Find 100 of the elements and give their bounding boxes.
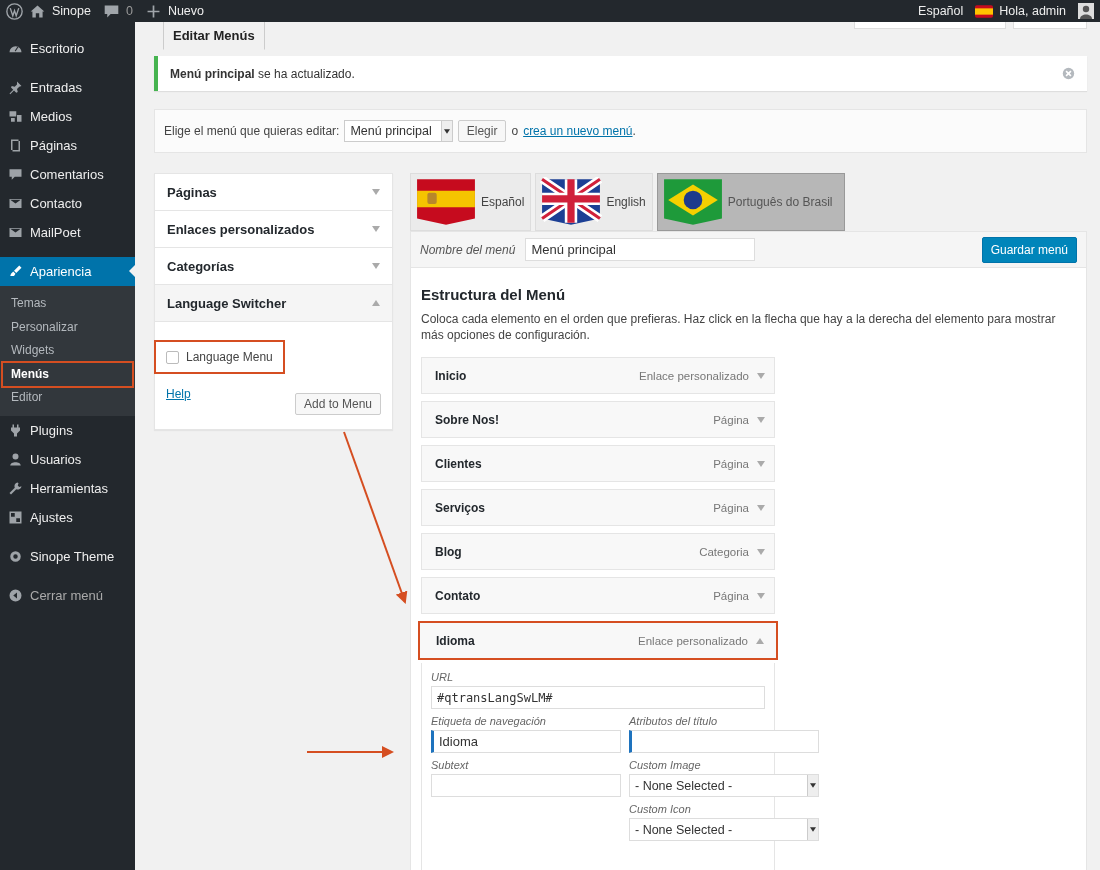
sidebar-item[interactable]: MailPoet — [0, 218, 135, 247]
sidebar-item[interactable]: Entradas — [0, 73, 135, 102]
pages-icon — [8, 138, 23, 153]
submenu-item[interactable]: Widgets — [3, 339, 132, 363]
menu-item-bar[interactable]: Serviços Página — [421, 489, 775, 526]
menu-item-title: Inicio — [435, 368, 467, 383]
menu-item-bar[interactable]: Idioma Enlace personalizado — [418, 621, 778, 660]
sidebar-item[interactable]: Apariencia — [0, 257, 135, 286]
language-tab[interactable]: Español — [410, 173, 532, 231]
create-menu-link[interactable]: crea un nuevo menú — [523, 124, 633, 138]
sidebar-item[interactable]: Medios — [0, 102, 135, 131]
sidebar-item[interactable]: Comentarios — [0, 160, 135, 189]
choose-button[interactable]: Elegir — [457, 120, 507, 142]
menu-item-title: Serviços — [435, 500, 486, 515]
caret-icon — [372, 189, 380, 195]
collapse-icon — [8, 587, 23, 603]
accordion-header[interactable]: Enlaces personalizados — [154, 211, 393, 248]
menu-item-title: Sobre Nos! — [435, 412, 499, 427]
menu-item-bar[interactable]: Inicio Enlace personalizado — [421, 357, 775, 394]
menu-item-bar[interactable]: Sobre Nos! Página — [421, 401, 775, 438]
plug-icon — [8, 422, 23, 438]
page-tab[interactable]: Editar Menús — [163, 22, 265, 50]
caret-icon[interactable] — [757, 548, 765, 555]
media-icon — [8, 109, 23, 124]
submenu-item[interactable]: Personalizar — [3, 315, 132, 339]
caret-icon — [372, 300, 380, 306]
new-link[interactable]: Nuevo — [167, 4, 205, 18]
menu-item-type: Enlace personalizado — [639, 369, 749, 382]
comment-count[interactable]: 0 — [125, 4, 133, 18]
sidebar-item[interactable]: Ajustes — [0, 502, 135, 532]
accordion-header[interactable]: Categorías — [154, 248, 393, 285]
caret-icon[interactable] — [757, 416, 765, 423]
language-link[interactable]: Español — [918, 4, 964, 18]
sidebar-item[interactable]: Contacto — [0, 189, 135, 218]
menu-item-title: Contato — [435, 588, 481, 603]
caret-icon[interactable] — [757, 372, 765, 379]
caret-icon[interactable] — [757, 460, 765, 467]
envelope-icon — [8, 196, 23, 211]
select-label: Elige el menú que quieras editar: — [164, 124, 340, 138]
greeting-link[interactable]: Hola, admin — [999, 4, 1066, 18]
caret-icon — [810, 783, 816, 788]
sidebar-item[interactable]: Plugins — [0, 415, 135, 445]
flag-icon — [415, 177, 477, 227]
menu-item-title: Clientes — [435, 456, 482, 471]
user-icon — [8, 451, 23, 467]
caret-icon[interactable] — [757, 592, 765, 599]
brush-icon — [8, 264, 23, 279]
menu-name-label: Nombre del menú — [420, 242, 516, 257]
or-text: o — [511, 124, 519, 138]
sidebar-item[interactable]: Páginas — [0, 131, 135, 160]
grid-icon — [8, 509, 23, 525]
menu-item-bar[interactable]: Clientes Página — [421, 445, 775, 482]
dropdown[interactable]: - None Selected - — [629, 818, 819, 841]
menu-item-title: Blog — [435, 544, 462, 559]
input-field[interactable] — [629, 730, 819, 753]
menu-item-bar[interactable]: Contato Página — [421, 577, 775, 614]
flag-icon — [540, 177, 603, 227]
menu-name-field[interactable]: Menú principal — [525, 238, 756, 261]
menu-item-bar[interactable]: Blog Categoria — [421, 533, 775, 570]
submenu-item[interactable]: Menús — [3, 362, 132, 386]
menu-item-type: Categoria — [699, 545, 749, 558]
field-label: Custom Icon — [629, 803, 692, 815]
dropdown[interactable]: - None Selected - — [629, 774, 819, 797]
sidebar-item[interactable]: Herramientas — [0, 473, 135, 503]
flag-icon — [661, 177, 724, 227]
language-tab[interactable]: English — [535, 173, 653, 231]
language-tab[interactable]: Português do Brasil — [656, 173, 846, 231]
language-menu-checkbox[interactable]: Language Menu — [156, 342, 283, 372]
input-field[interactable] — [431, 774, 621, 797]
site-name[interactable]: Sinope — [52, 4, 91, 18]
sidebar-item[interactable]: Usuarios — [0, 444, 135, 474]
caret-icon[interactable] — [756, 637, 764, 644]
ring-icon — [8, 548, 23, 564]
comment-icon — [8, 167, 23, 182]
menu-dropdown[interactable]: Menú principal — [344, 120, 453, 142]
field-label: Atributos del título — [629, 715, 719, 727]
field-label: Custom Image — [629, 759, 702, 771]
avatar-icon[interactable] — [1078, 3, 1094, 19]
flag-icon[interactable] — [975, 4, 994, 18]
help-link[interactable]: Help — [166, 387, 191, 401]
field-label: Etiqueta de navegación — [431, 715, 547, 727]
submenu-item[interactable]: Temas — [3, 292, 132, 316]
sidebar-item[interactable]: Escritorio — [0, 34, 135, 63]
field-label: Subtext — [431, 759, 470, 771]
caret-icon — [372, 226, 380, 232]
wordpress-logo-icon[interactable] — [6, 2, 23, 20]
url-field[interactable]: #qtransLangSwLM# — [431, 686, 765, 709]
accordion-header[interactable]: Páginas — [154, 173, 393, 211]
add-to-menu-button[interactable]: Add to Menu — [294, 393, 381, 415]
accordion-header[interactable]: Language Switcher — [154, 285, 393, 322]
save-menu-button[interactable]: Guardar menú — [981, 236, 1077, 263]
caret-icon[interactable] — [757, 504, 765, 511]
sidebar-item[interactable]: Sinope Theme — [0, 541, 135, 571]
menu-item-title: Idioma — [436, 633, 475, 648]
collapse-menu-button[interactable]: Cerrar menú — [0, 580, 135, 610]
submenu-item[interactable]: Editor — [3, 386, 132, 410]
field-label: URL — [431, 671, 454, 683]
dismiss-icon[interactable] — [1062, 67, 1075, 80]
structure-title: Estructura del Menú — [421, 286, 567, 303]
input-field[interactable]: Idioma — [431, 730, 621, 753]
